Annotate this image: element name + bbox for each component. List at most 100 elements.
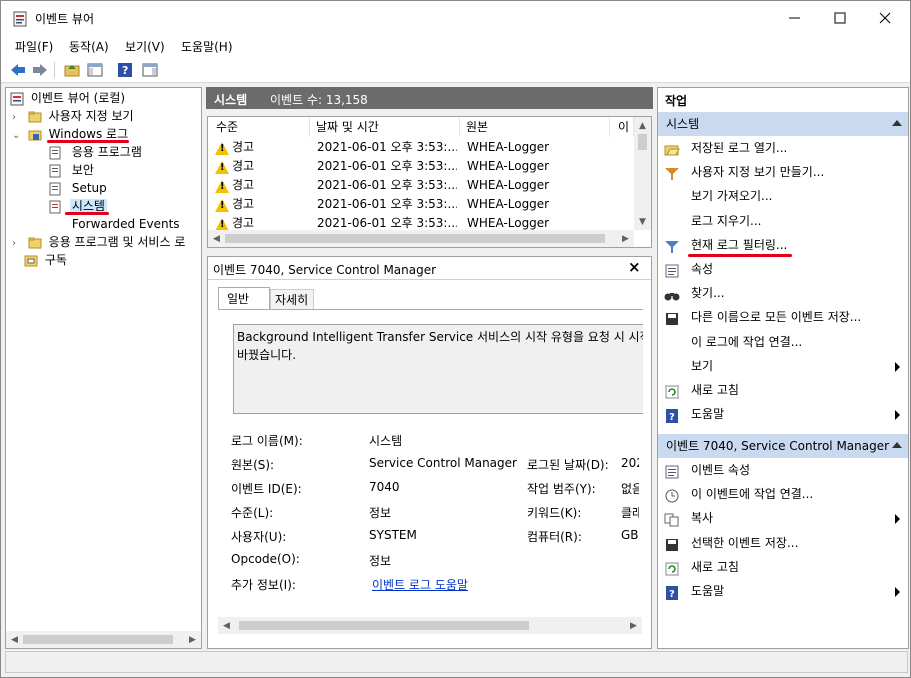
column-header-date[interactable]: 날짜 및 시간 bbox=[310, 117, 460, 137]
tree-item-app-services-logs[interactable]: › 응용 프로그램 및 서비스 로 bbox=[12, 233, 185, 251]
actions-title: 작업 bbox=[665, 94, 688, 108]
list-title: 시스템 bbox=[214, 93, 248, 107]
action-item[interactable]: 찾기... bbox=[658, 281, 908, 305]
prop-value-logged: 202 bbox=[621, 456, 639, 470]
help-icon[interactable]: ? bbox=[116, 61, 134, 79]
tree-item-setup[interactable]: Setup bbox=[48, 179, 107, 197]
expand-chevron-icon[interactable]: › bbox=[12, 235, 24, 253]
menu-help[interactable]: 도움말(H) bbox=[181, 38, 233, 55]
list-horizontal-scrollbar[interactable]: ◀ ▶ bbox=[208, 230, 634, 247]
action-item[interactable]: 선택한 이벤트 저장... bbox=[658, 531, 908, 555]
menu-view[interactable]: 보기(V) bbox=[125, 38, 165, 55]
filter-icon bbox=[664, 238, 680, 253]
detail-horizontal-scrollbar[interactable]: ◀ ▶ bbox=[218, 617, 642, 634]
collapse-caret-icon[interactable] bbox=[892, 442, 902, 448]
tree-item-forwarded-events[interactable]: Forwarded Events bbox=[48, 215, 180, 233]
properties-icon bbox=[664, 262, 680, 278]
list-vertical-scrollbar[interactable]: ▲ ▼ bbox=[634, 117, 651, 230]
tree-label-root: 이벤트 뷰어 (로컬) bbox=[30, 91, 126, 105]
warning-icon bbox=[215, 141, 229, 155]
minimize-button[interactable] bbox=[781, 9, 809, 27]
action-label: 복사 bbox=[691, 511, 714, 526]
detail-title: 이벤트 7040, Service Control Manager bbox=[213, 263, 437, 277]
red-underline-filter bbox=[688, 254, 792, 257]
action-item[interactable]: 속성 bbox=[658, 257, 908, 281]
tree-item-custom-views[interactable]: › 사용자 지정 보기 bbox=[12, 107, 134, 125]
refresh-icon bbox=[664, 560, 680, 576]
tree-item-subscriptions[interactable]: 구독 bbox=[24, 251, 67, 269]
close-button[interactable] bbox=[871, 9, 899, 27]
action-item[interactable]: 이 이벤트에 작업 연결... bbox=[658, 482, 908, 506]
actions-section-event[interactable]: 이벤트 7040, Service Control Manager bbox=[658, 434, 908, 458]
action-item[interactable]: 새로 고침 bbox=[658, 555, 908, 579]
tree-horizontal-scrollbar[interactable]: ◀ ▶ bbox=[6, 631, 201, 648]
action-label: 새로 고침 bbox=[691, 559, 739, 574]
column-header-source[interactable]: 원본 bbox=[460, 117, 610, 137]
console-tree-icon[interactable] bbox=[86, 61, 104, 79]
maximize-button[interactable] bbox=[826, 9, 854, 27]
prop-label-category: 작업 범주(Y): bbox=[527, 482, 596, 496]
event-log-help-link[interactable]: 이벤트 로그 도움말 bbox=[372, 576, 468, 593]
detail-scroll-thumb[interactable] bbox=[239, 621, 529, 630]
table-row[interactable]: 경고 2021-06-01 오후 3:53:... WHEA-Logger bbox=[208, 195, 634, 214]
task-clock-icon bbox=[664, 487, 680, 503]
warning-icon bbox=[215, 217, 229, 231]
menu-action[interactable]: 동작(A) bbox=[69, 38, 109, 55]
collapse-chevron-icon[interactable]: ⌄ bbox=[12, 127, 24, 145]
collapse-caret-icon[interactable] bbox=[892, 120, 902, 126]
toolbar: ? bbox=[1, 57, 910, 83]
column-header-event-id[interactable]: 이벤 bbox=[612, 117, 634, 137]
list-scroll-thumb[interactable] bbox=[638, 134, 647, 150]
action-item[interactable]: 보기 bbox=[658, 354, 908, 378]
action-item[interactable]: 로그 지우기... bbox=[658, 209, 908, 233]
tree-item-application[interactable]: 응용 프로그램 bbox=[48, 143, 142, 161]
prop-label-source: 원본(S): bbox=[231, 458, 275, 472]
action-item[interactable]: 저장된 로그 열기... bbox=[658, 136, 908, 160]
column-header-level[interactable]: 수준 bbox=[210, 117, 310, 137]
prop-label-log-name: 로그 이름(M): bbox=[231, 434, 303, 448]
save-icon bbox=[664, 310, 680, 326]
action-item[interactable]: 복사 bbox=[658, 506, 908, 530]
action-item[interactable]: 보기 가져오기... bbox=[658, 184, 908, 208]
tree-scroll-thumb[interactable] bbox=[23, 635, 173, 644]
action-label: 속성 bbox=[691, 262, 714, 276]
tree-item-security[interactable]: 보안 bbox=[48, 161, 94, 179]
actions-section-system[interactable]: 시스템 bbox=[658, 112, 908, 136]
action-item[interactable]: 다른 이름으로 모든 이벤트 저장... bbox=[658, 305, 908, 329]
scroll-left-icon[interactable]: ◀ bbox=[6, 631, 23, 648]
list-hscroll-thumb[interactable] bbox=[225, 234, 605, 243]
tab-general[interactable]: 일반 bbox=[218, 287, 270, 309]
scroll-right-icon[interactable]: ▶ bbox=[184, 631, 201, 648]
action-pane-icon[interactable] bbox=[141, 61, 159, 79]
action-label: 이벤트 속성 bbox=[691, 463, 751, 477]
prop-value-keywords: 클래 bbox=[621, 506, 639, 520]
back-arrow-icon[interactable] bbox=[9, 61, 27, 79]
scroll-right-icon[interactable]: ▶ bbox=[625, 617, 642, 634]
up-folder-icon[interactable] bbox=[63, 61, 81, 79]
table-row[interactable]: 경고 2021-06-01 오후 3:53:... WHEA-Logger bbox=[208, 176, 634, 195]
menu-file[interactable]: 파일(F) bbox=[15, 38, 53, 55]
console-tree: 이벤트 뷰어 (로컬) › 사용자 지정 보기 ⌄ Windows 로그 응용 … bbox=[5, 87, 202, 649]
action-item[interactable]: 사용자 지정 보기 만들기... bbox=[658, 160, 908, 184]
action-item[interactable]: 이 로그에 작업 연결... bbox=[658, 330, 908, 354]
scroll-left-icon[interactable]: ◀ bbox=[208, 230, 225, 247]
action-item[interactable]: 새로 고침 bbox=[658, 378, 908, 402]
action-item[interactable]: 이벤트 속성 bbox=[658, 458, 908, 482]
action-label: 도움말 bbox=[691, 407, 725, 422]
tab-details[interactable]: 자세히 bbox=[270, 289, 314, 309]
scroll-up-icon[interactable]: ▲ bbox=[634, 117, 651, 134]
close-detail-icon[interactable]: × bbox=[628, 258, 641, 276]
action-item[interactable]: ? 도움말 bbox=[658, 579, 908, 603]
table-row[interactable]: 경고 2021-06-01 오후 3:53:... WHEA-Logger bbox=[208, 157, 634, 176]
app-icon bbox=[13, 11, 27, 27]
scroll-down-icon[interactable]: ▼ bbox=[634, 213, 651, 230]
action-label: 사용자 지정 보기 만들기... bbox=[691, 165, 825, 180]
tree-label-setup: Setup bbox=[71, 181, 107, 195]
action-item[interactable]: ? 도움말 bbox=[658, 402, 908, 426]
forward-arrow-icon[interactable] bbox=[31, 61, 49, 79]
scroll-left-icon[interactable]: ◀ bbox=[218, 617, 235, 634]
tree-item-root[interactable]: 이벤트 뷰어 (로컬) bbox=[10, 89, 125, 107]
table-row[interactable]: 경고 2021-06-01 오후 3:53:... WHEA-Logger bbox=[208, 138, 634, 157]
scroll-right-icon[interactable]: ▶ bbox=[617, 230, 634, 247]
prop-value-user: SYSTEM bbox=[369, 528, 417, 542]
